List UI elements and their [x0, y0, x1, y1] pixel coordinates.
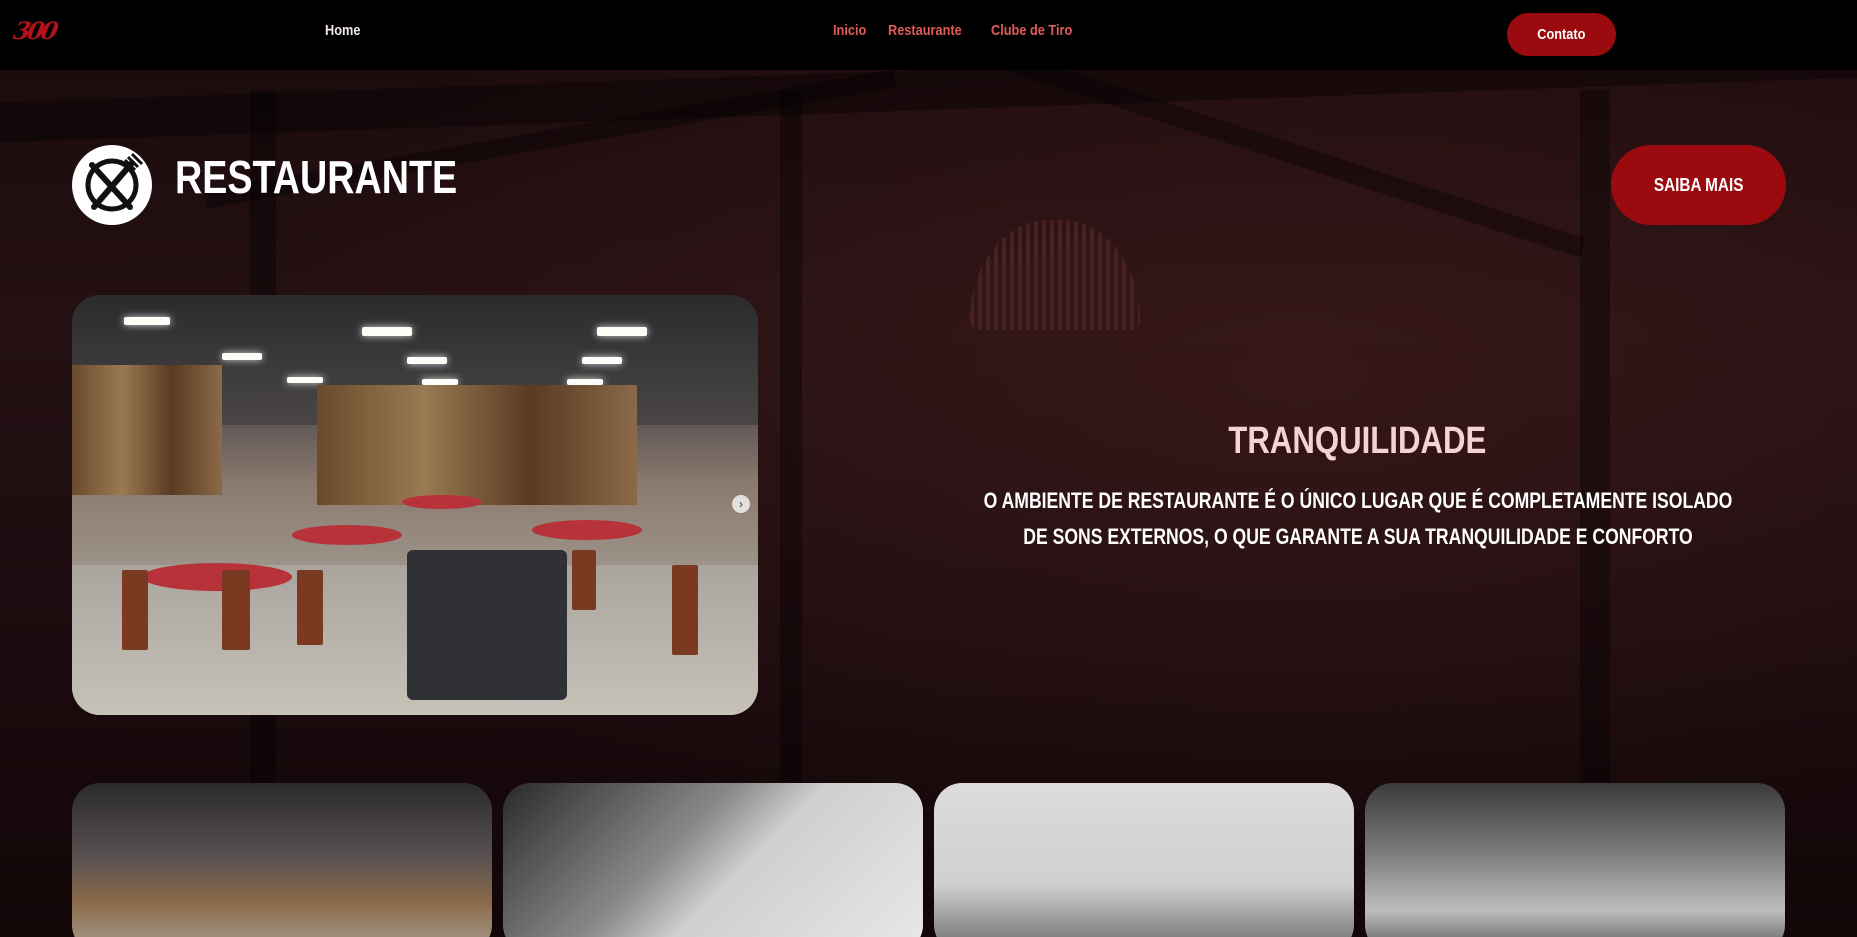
nav-link-clube-de-tiro[interactable]: Clube de Tiro: [991, 22, 1072, 39]
saiba-mais-button[interactable]: SAIBA MAIS: [1611, 145, 1786, 225]
fork-knife-plate-icon: [72, 145, 152, 225]
gallery-thumbnail[interactable]: [934, 783, 1354, 937]
gallery-thumbnail[interactable]: [72, 783, 492, 937]
feature-description: O AMBIENTE DE RESTAURANTE É O ÚNICO LUGA…: [983, 488, 1733, 549]
site-logo[interactable]: 300: [11, 16, 58, 45]
gallery-thumbnail[interactable]: [1365, 783, 1785, 937]
nav-link-inicio[interactable]: Inicio: [833, 22, 866, 39]
gallery-thumbnail[interactable]: [503, 783, 923, 937]
nav-link-restaurante[interactable]: Restaurante: [888, 22, 962, 39]
section-title: RESTAURANTE: [175, 151, 458, 203]
nav-home-link[interactable]: Home: [325, 22, 360, 39]
feature-text-block: TRANQUILIDADE O AMBIENTE DE RESTAURANTE …: [960, 420, 1755, 555]
chevron-right-icon[interactable]: ›: [732, 495, 750, 513]
contact-button[interactable]: Contato: [1507, 13, 1616, 56]
nav-menu: Inicio Restaurante Clube de Tiro: [833, 22, 1086, 39]
restaurant-main-photo: ›: [72, 295, 758, 715]
contact-button-label: Contato: [1537, 26, 1586, 43]
page: 300 Home Inicio Restaurante Clube de Tir…: [0, 0, 1857, 937]
saiba-mais-label: SAIBA MAIS: [1653, 174, 1744, 195]
feature-title: TRANQUILIDADE: [1228, 420, 1487, 462]
thumbnail-gallery: [72, 783, 1785, 937]
top-navbar: 300 Home Inicio Restaurante Clube de Tir…: [0, 0, 1857, 70]
